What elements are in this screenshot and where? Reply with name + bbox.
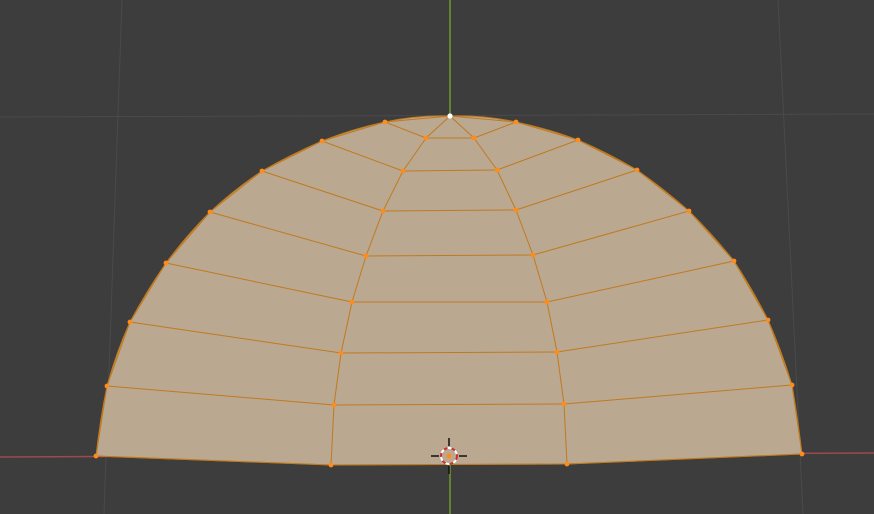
mesh-vertex[interactable] [338, 350, 344, 356]
active-vertex[interactable] [447, 113, 453, 119]
mesh-vertex[interactable] [331, 402, 337, 408]
mesh-vertex[interactable] [423, 135, 429, 141]
mesh-vertex[interactable] [349, 299, 355, 305]
mesh-vertex[interactable] [554, 349, 560, 355]
mesh-vertex[interactable] [544, 299, 550, 305]
3d-viewport[interactable] [0, 0, 874, 514]
mesh-vertex[interactable] [319, 138, 325, 144]
mesh-vertex[interactable] [513, 119, 519, 125]
mesh-vertex[interactable] [731, 258, 737, 264]
mesh-vertex[interactable] [575, 137, 581, 143]
mesh-vertex[interactable] [634, 167, 640, 173]
mesh-vertex[interactable] [513, 207, 519, 213]
mesh-vertex[interactable] [561, 401, 567, 407]
viewport-canvas[interactable] [0, 0, 874, 514]
mesh-vertex[interactable] [259, 168, 265, 174]
mesh-vertex[interactable] [207, 209, 213, 215]
mesh-vertex[interactable] [789, 382, 795, 388]
mesh-vertex[interactable] [127, 319, 133, 325]
mesh-vertex[interactable] [494, 167, 500, 173]
mesh-vertex[interactable] [104, 383, 110, 389]
mesh-vertex[interactable] [328, 462, 334, 468]
mesh-vertex[interactable] [686, 208, 692, 214]
mesh-vertex[interactable] [363, 253, 369, 259]
mesh-vertex[interactable] [799, 451, 805, 457]
mesh-vertex[interactable] [400, 168, 406, 174]
mesh-vertex[interactable] [163, 260, 169, 266]
mesh-vertex[interactable] [530, 252, 536, 258]
mesh-vertex[interactable] [93, 453, 99, 459]
mesh-vertex[interactable] [380, 208, 386, 214]
mesh-vertex[interactable] [471, 135, 477, 141]
mesh-vertex[interactable] [765, 317, 771, 323]
mesh-vertex[interactable] [564, 461, 570, 467]
mesh-face-fill[interactable] [95, 115, 803, 466]
cursor-center [446, 453, 452, 459]
mesh-vertex[interactable] [382, 119, 388, 125]
